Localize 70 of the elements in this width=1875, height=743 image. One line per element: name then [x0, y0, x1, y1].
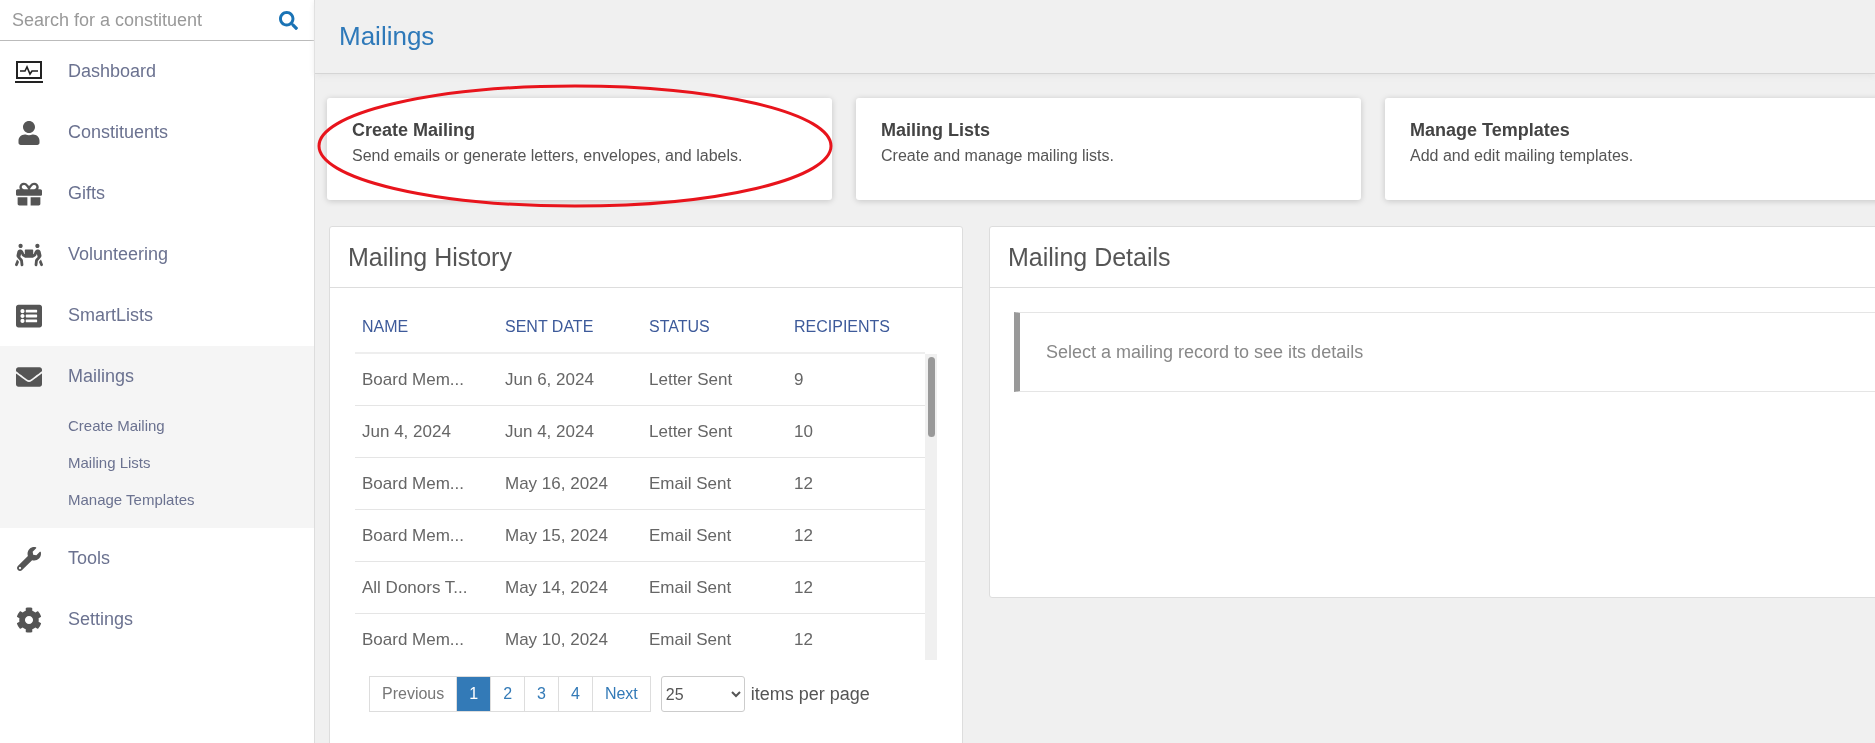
list-icon — [16, 302, 42, 329]
sidebar-subitem[interactable]: Mailing Lists — [0, 444, 314, 481]
table-cell-text: May 15, 2024 — [505, 525, 609, 546]
details-message: Select a mailing record to see its details — [1014, 312, 1875, 392]
action-card[interactable]: Manage Templates Add and edit mailing templates. — [1385, 98, 1875, 200]
table-cell-text: May 10, 2024 — [505, 629, 609, 650]
monitor-icon — [15, 59, 43, 84]
table-cell-text: May 14, 2024 — [505, 577, 609, 598]
sidebar-item[interactable]: Volunteering — [0, 224, 314, 285]
panel-title: Mailing Details — [990, 227, 1875, 288]
table-cell-text: Letter Sent — [649, 369, 734, 390]
settings-icon — [16, 606, 42, 633]
card-title: Mailing Lists — [881, 120, 991, 141]
table-cell-text: Email Sent — [649, 473, 733, 494]
table-cell-text: Email Sent — [649, 629, 733, 650]
gift-icon — [16, 180, 42, 207]
page-button[interactable]: 3 — [524, 676, 559, 712]
table-cell-text: May 16, 2024 — [505, 473, 609, 494]
card-title: Manage Templates — [1410, 120, 1571, 141]
page-button[interactable]: 4 — [557, 676, 593, 712]
card-description: Add and edit mailing templates. — [1410, 147, 1635, 165]
page-button[interactable]: 1 — [456, 676, 492, 712]
table-cell-text: 12 — [794, 525, 814, 546]
sidebar-subitem[interactable]: Manage Templates — [0, 481, 314, 518]
table-cell-text: Board Mem... — [362, 629, 466, 650]
table-cell-text: All Donors T... — [362, 577, 469, 598]
table-cell-text: 9 — [794, 369, 805, 390]
sidebar-item[interactable]: Settings — [0, 589, 314, 650]
table-cell-text: Letter Sent — [649, 421, 734, 442]
action-card[interactable]: Mailing Lists Create and manage mailing lists. — [856, 98, 1361, 200]
wrench-icon — [17, 546, 41, 571]
scrollbar[interactable] — [925, 354, 937, 660]
table-cell-text: Board Mem... — [362, 525, 466, 546]
sidebar-item[interactable]: Tools — [0, 528, 314, 589]
card-description: Create and manage mailing lists. — [881, 147, 1115, 165]
search-icon[interactable] — [279, 10, 298, 30]
page-title: Mailings — [315, 0, 1875, 74]
sidebar-item[interactable]: Gifts — [0, 163, 314, 224]
sidebar-subitem[interactable]: Create Mailing — [0, 407, 314, 444]
table-cell-text: 12 — [794, 629, 814, 650]
table-cell-text: Board Mem... — [362, 473, 466, 494]
page-size-label: items per page — [750, 683, 870, 705]
sidebar-item[interactable]: SmartLists — [0, 285, 314, 346]
table-cell-text: Jun 4, 2024 — [505, 421, 595, 442]
table-cell-text: 10 — [794, 421, 814, 442]
table-cell-text: Email Sent — [649, 525, 733, 546]
previous-button[interactable]: Previous — [369, 676, 458, 712]
next-button[interactable]: Next — [591, 676, 651, 712]
card-description: Send emails or generate letters, envelopes, and labels. — [352, 147, 744, 165]
action-card[interactable]: Create Mailing Send emails or generate letters, envelopes, and labels. — [327, 98, 832, 200]
table-cell-text: Jun 4, 2024 — [362, 421, 452, 442]
sidebar-item-selected[interactable]: Mailings Create Mailing Mailing Lists Manage Templates — [0, 346, 314, 528]
sidebar-item[interactable]: Dashboard — [0, 41, 314, 102]
column-header: SENT DATE — [505, 318, 595, 336]
panel-title: Mailing History — [330, 227, 962, 288]
sidebar-item[interactable]: Constituents — [0, 102, 314, 163]
person-icon — [17, 120, 41, 145]
table-cell-text: Jun 6, 2024 — [505, 369, 595, 390]
column-header: RECIPIENTS — [794, 318, 891, 336]
search-field[interactable]: Search for a constituent — [10, 8, 279, 32]
table-cell-text: 12 — [794, 473, 814, 494]
page-size-select[interactable]: 25 — [660, 676, 745, 712]
sidebar-item[interactable]: Mailings — [0, 346, 314, 407]
page-button[interactable]: 2 — [490, 676, 526, 712]
table-cell-text: Board Mem... — [362, 369, 466, 390]
column-header: NAME — [362, 318, 410, 336]
table-cell-text: 12 — [794, 577, 814, 598]
table-cell-text: Email Sent — [649, 577, 733, 598]
column-header: STATUS — [649, 318, 711, 336]
card-title: Create Mailing — [352, 120, 477, 141]
